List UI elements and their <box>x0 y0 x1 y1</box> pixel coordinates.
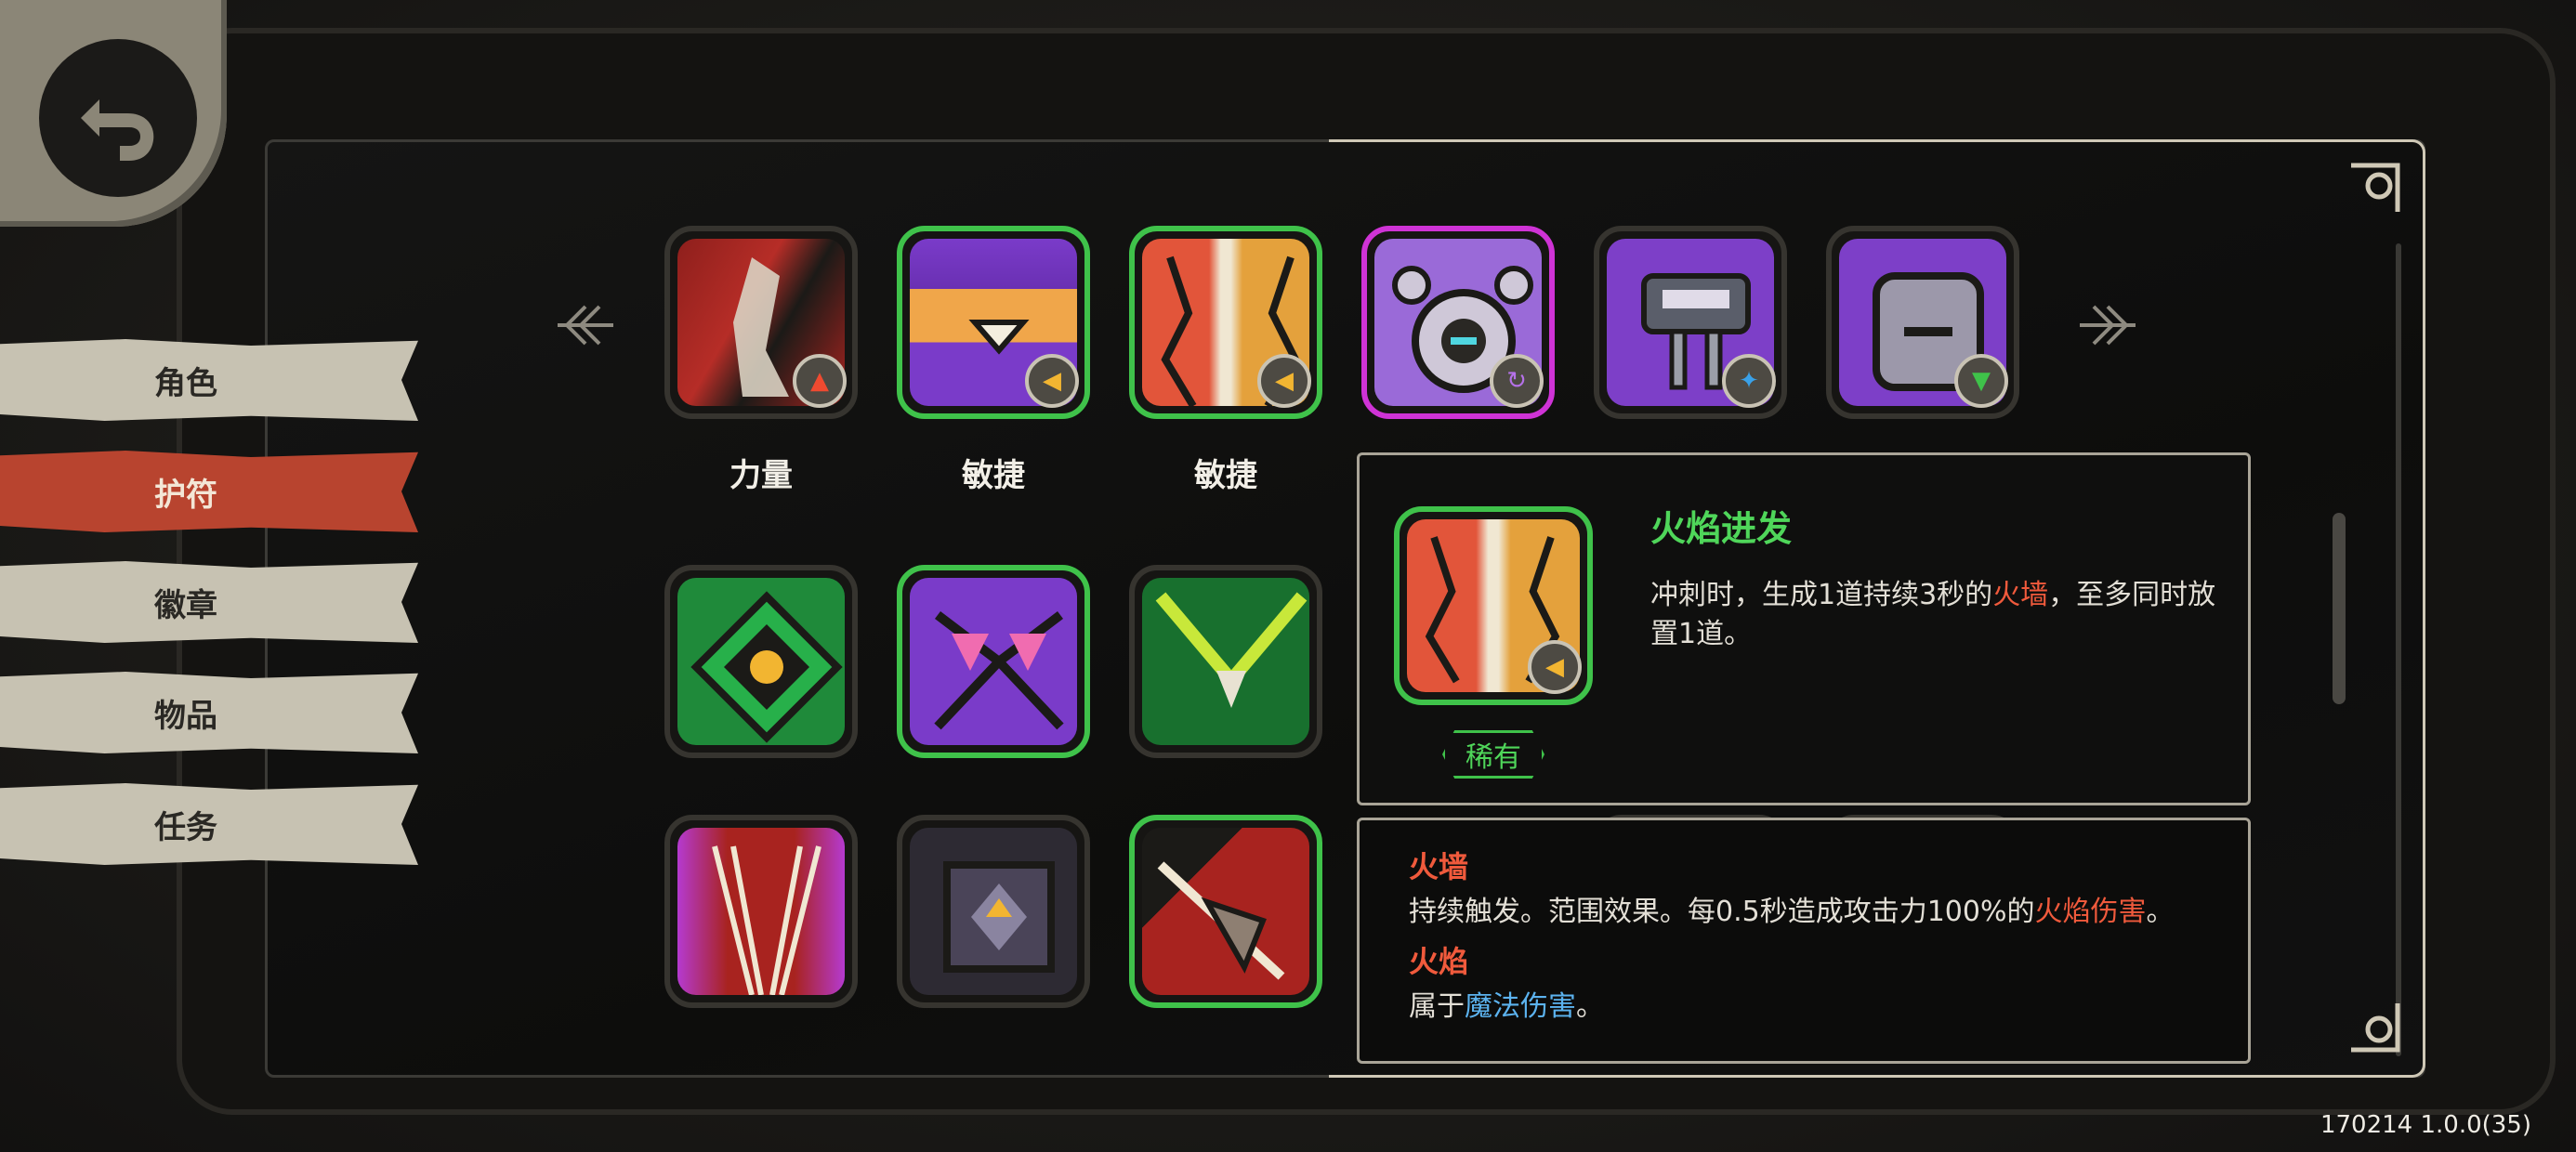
tab-items[interactable]: 物品 <box>0 672 418 753</box>
boot-icon: ◀ <box>1528 640 1582 694</box>
relic-strength[interactable]: ▲ <box>664 226 858 419</box>
corner-ornament-icon <box>2351 1003 2400 1053</box>
relic-slot[interactable] <box>664 815 858 1008</box>
detail-relic-icon: ◀ <box>1394 506 1593 705</box>
relic-slot[interactable] <box>1129 815 1322 1008</box>
tab-label: 任务 <box>154 808 217 846</box>
shield-icon: ▼ <box>1954 354 2008 408</box>
rarity-label: 稀有 <box>1465 741 1521 774</box>
tab-label: 护符 <box>154 476 217 514</box>
back-arrow-icon <box>39 39 197 197</box>
relic-slot[interactable] <box>897 565 1090 758</box>
corner-ornament-icon <box>2351 163 2400 212</box>
relic-slot[interactable] <box>897 815 1090 1008</box>
tab-amulet[interactable]: 护符 <box>0 451 418 532</box>
version-label: 170214 1.0.0(35) <box>2320 1111 2531 1139</box>
keyword-link[interactable]: 火墙 <box>1992 579 2048 611</box>
keyword-title: 火焰 <box>1409 944 1469 979</box>
relic-slot[interactable] <box>1129 565 1322 758</box>
tab-label: 物品 <box>154 697 217 735</box>
boot-icon: ◀ <box>1025 354 1079 408</box>
boot-icon: ◀ <box>1257 354 1311 408</box>
back-button[interactable] <box>0 0 227 227</box>
tab-character[interactable]: 角色 <box>0 339 418 421</box>
keyword-title: 火墙 <box>1409 849 1469 884</box>
arrow-left-icon[interactable] <box>548 302 623 348</box>
flame-icon: ▲ <box>793 354 847 408</box>
detail-description: 冲刺时，生成1道持续3秒的火墙，至多同时放置1道。 <box>1650 579 2216 650</box>
relic-label: 敏捷 <box>962 457 1025 494</box>
scrollbar-thumb[interactable] <box>2333 513 2346 704</box>
keyword-text: 属于魔法伤害。 <box>1409 990 1604 1023</box>
arrow-right-icon[interactable] <box>2070 302 2145 348</box>
relic-label: 力量 <box>729 457 793 494</box>
relic-agility-2[interactable]: ◀ <box>1129 226 1322 419</box>
star-icon: ✦ <box>1722 354 1776 408</box>
detail-title: 火焰进发 <box>1650 508 1793 549</box>
tab-badge[interactable]: 徽章 <box>0 561 418 643</box>
tab-label: 角色 <box>154 364 217 402</box>
relic-label: 敏捷 <box>1194 457 1257 494</box>
keyword-card <box>1357 818 2251 1064</box>
swirl-icon: ↻ <box>1490 354 1544 408</box>
keyword-text: 持续触发。范围效果。每0.5秒造成攻击力100%的火焰伤害。 <box>1409 896 2175 928</box>
tab-label: 徽章 <box>154 586 217 624</box>
relic-agility-1[interactable]: ◀ <box>897 226 1090 419</box>
relic-constitution[interactable]: ▼ <box>1826 226 2019 419</box>
scrollbar-track[interactable] <box>2396 243 2401 1056</box>
tab-quests[interactable]: 任务 <box>0 783 418 865</box>
relic-perception[interactable]: ✦ <box>1594 226 1787 419</box>
relic-intelligence[interactable]: ↻ <box>1361 226 1555 419</box>
relic-slot[interactable] <box>664 565 858 758</box>
